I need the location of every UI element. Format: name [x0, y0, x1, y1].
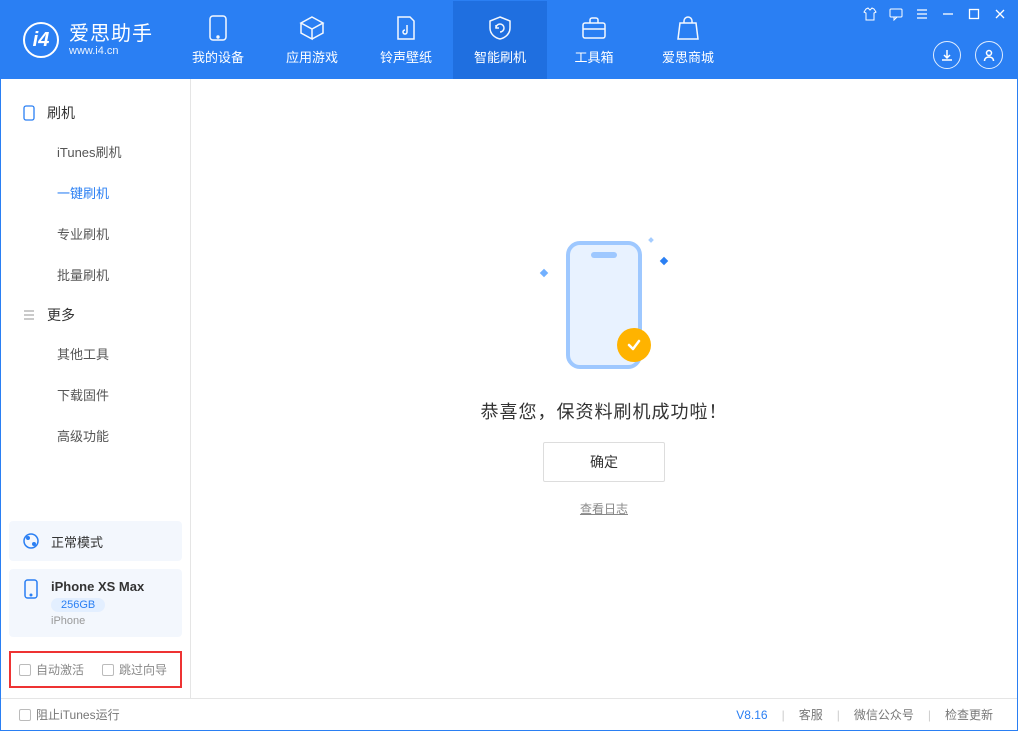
device-info-box[interactable]: iPhone XS Max 256GB iPhone — [9, 569, 182, 637]
section-label: 刷机 — [47, 103, 75, 123]
shield-refresh-icon — [487, 15, 513, 41]
checkbox-auto-activate[interactable]: 自动激活 — [19, 661, 84, 678]
close-button[interactable] — [993, 7, 1007, 21]
list-icon — [21, 307, 37, 323]
user-button[interactable] — [975, 41, 1003, 69]
tab-label: 我的设备 — [192, 47, 244, 66]
footer: 阻止iTunes运行 V8.16 | 客服 | 微信公众号 | 检查更新 — [1, 698, 1017, 730]
top-tabs: 我的设备 应用游戏 铃声壁纸 智能刷机 工具箱 爱思商城 — [171, 1, 735, 79]
sidebar-item-itunes-flash[interactable]: iTunes刷机 — [1, 131, 190, 172]
tab-apps-games[interactable]: 应用游戏 — [265, 1, 359, 79]
footer-link-support[interactable]: 客服 — [793, 706, 829, 723]
view-log-link[interactable]: 查看日志 — [580, 500, 628, 517]
menu-icon[interactable] — [915, 7, 929, 21]
success-message: 恭喜您，保资料刷机成功啦！ — [481, 398, 728, 424]
sidebar-item-batch-flash[interactable]: 批量刷机 — [1, 254, 190, 295]
footer-link-update[interactable]: 检查更新 — [939, 706, 999, 723]
maximize-button[interactable] — [967, 7, 981, 21]
checkmark-badge-icon — [617, 328, 651, 362]
shirt-icon[interactable] — [863, 7, 877, 21]
logo-icon: i4 — [23, 22, 59, 58]
sidebar-item-other-tools[interactable]: 其他工具 — [1, 333, 190, 374]
minimize-button[interactable] — [941, 7, 955, 21]
section-label: 更多 — [47, 305, 75, 325]
sidebar: 刷机 iTunes刷机 一键刷机 专业刷机 批量刷机 更多 其他工具 下载固件 … — [1, 79, 191, 698]
tab-label: 铃声壁纸 — [380, 47, 432, 66]
checkbox-skip-guide[interactable]: 跳过向导 — [102, 661, 167, 678]
sidebar-section-more: 更多 — [1, 295, 190, 333]
mode-label: 正常模式 — [51, 532, 103, 551]
app-header: i4 爱思助手 www.i4.cn 我的设备 应用游戏 铃声壁纸 智能刷机 — [1, 1, 1017, 79]
sidebar-item-pro-flash[interactable]: 专业刷机 — [1, 213, 190, 254]
app-url: www.i4.cn — [69, 45, 153, 57]
device-icon — [21, 579, 41, 599]
device-name: iPhone XS Max — [51, 579, 144, 594]
sidebar-section-flash: 刷机 — [1, 93, 190, 131]
tab-smart-flash[interactable]: 智能刷机 — [453, 1, 547, 79]
sidebar-item-advanced[interactable]: 高级功能 — [1, 415, 190, 456]
tab-toolbox[interactable]: 工具箱 — [547, 1, 641, 79]
mode-icon — [21, 531, 41, 551]
tab-label: 工具箱 — [574, 47, 613, 66]
download-button[interactable] — [933, 41, 961, 69]
music-file-icon — [393, 15, 419, 41]
main-content: 恭喜您，保资料刷机成功啦！ 确定 查看日志 — [191, 79, 1017, 698]
tab-label: 智能刷机 — [474, 47, 526, 66]
feedback-icon[interactable] — [889, 7, 903, 21]
device-capacity: 256GB — [51, 598, 105, 612]
app-logo: i4 爱思助手 www.i4.cn — [1, 1, 171, 79]
footer-link-wechat[interactable]: 微信公众号 — [848, 706, 920, 723]
version-label: V8.16 — [736, 708, 767, 722]
device-mode-box[interactable]: 正常模式 — [9, 521, 182, 561]
header-right-buttons — [933, 41, 1003, 69]
success-illustration — [529, 230, 679, 380]
tab-ringtone-wallpaper[interactable]: 铃声壁纸 — [359, 1, 453, 79]
device-type: iPhone — [51, 615, 144, 627]
sidebar-item-oneclick-flash[interactable]: 一键刷机 — [1, 172, 190, 213]
app-name: 爱思助手 — [69, 23, 153, 45]
ok-button[interactable]: 确定 — [543, 442, 665, 482]
tab-store[interactable]: 爱思商城 — [641, 1, 735, 79]
checkbox-block-itunes[interactable]: 阻止iTunes运行 — [19, 706, 120, 723]
tab-my-device[interactable]: 我的设备 — [171, 1, 265, 79]
bag-icon — [675, 15, 701, 41]
highlighted-checkbox-row: 自动激活 跳过向导 — [9, 651, 182, 688]
tab-label: 应用游戏 — [286, 47, 338, 66]
tab-label: 爱思商城 — [662, 47, 714, 66]
window-controls — [863, 7, 1007, 21]
phone-icon — [205, 15, 231, 41]
sidebar-item-download-firmware[interactable]: 下载固件 — [1, 374, 190, 415]
cube-icon — [299, 15, 325, 41]
briefcase-icon — [581, 15, 607, 41]
phone-outline-icon — [21, 105, 37, 121]
